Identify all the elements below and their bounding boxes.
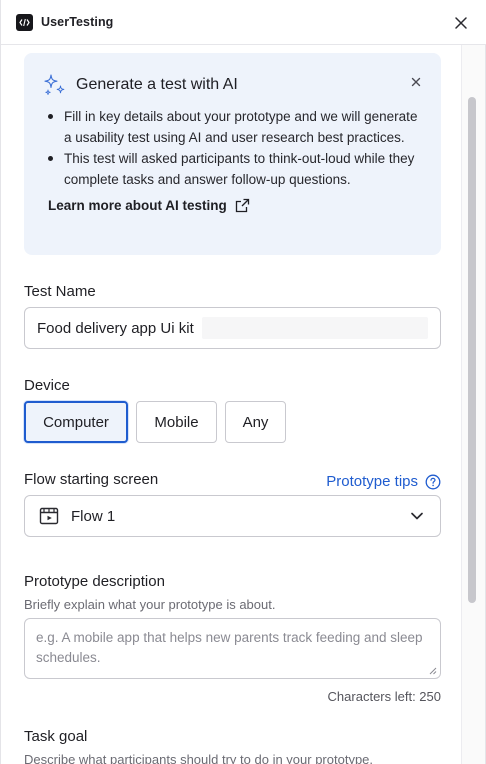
form-scroll-area[interactable]: Generate a test with AI Fill in key deta… — [1, 45, 486, 764]
list-item: Fill in key details about your prototype… — [42, 106, 422, 148]
prototype-description-label: Prototype description — [24, 573, 165, 590]
usertesting-window: UserTesting Generate a test with AI Fill… — [0, 0, 486, 764]
flow-select[interactable]: Flow 1 — [24, 495, 441, 537]
title-bar: UserTesting — [1, 0, 486, 45]
chevron-down-icon — [411, 512, 423, 520]
close-window-icon[interactable] — [453, 15, 469, 31]
task-goal-help: Describe what participants should try to… — [24, 752, 374, 764]
test-name-label: Test Name — [24, 283, 96, 300]
learn-more-link[interactable]: Learn more about AI testing — [48, 198, 250, 213]
device-mobile-button[interactable]: Mobile — [136, 401, 217, 443]
scrollbar-thumb[interactable] — [468, 97, 476, 603]
test-name-input[interactable]: Food delivery app Ui kit — [24, 307, 441, 349]
prototype-description-help: Briefly explain what your prototype is a… — [24, 597, 276, 612]
flow-select-value: Flow 1 — [71, 507, 116, 525]
screen-flow-icon — [39, 507, 59, 525]
prototype-description-textarea[interactable]: e.g. A mobile app that helps new parents… — [24, 618, 441, 679]
text-selection-highlight — [201, 317, 428, 339]
device-any-button[interactable]: Any — [225, 401, 286, 443]
prototype-tips-link[interactable]: Prototype tips — [326, 473, 441, 490]
external-link-icon — [235, 198, 249, 213]
task-goal-label: Task goal — [24, 728, 88, 745]
device-options: Computer Mobile Any — [24, 401, 294, 443]
window-title: UserTesting — [41, 15, 114, 29]
test-name-value: Food delivery app Ui kit — [37, 319, 194, 337]
ai-banner: Generate a test with AI Fill in key deta… — [24, 53, 441, 255]
usertesting-logo-icon — [16, 13, 33, 31]
characters-left-counter: Characters left: 250 — [327, 689, 441, 704]
sparkle-icon — [44, 74, 65, 96]
textarea-placeholder: e.g. A mobile app that helps new parents… — [36, 630, 423, 665]
flow-starting-screen-label: Flow starting screen — [24, 471, 159, 488]
device-label: Device — [24, 377, 70, 394]
list-item: This test will asked participants to thi… — [42, 148, 422, 190]
ai-banner-bullets: Fill in key details about your prototype… — [42, 106, 422, 190]
help-circle-icon — [425, 474, 441, 489]
ai-banner-header: Generate a test with AI — [42, 73, 417, 97]
device-computer-button[interactable]: Computer — [24, 401, 128, 443]
learn-more-label: Learn more about AI testing — [48, 198, 227, 213]
vertical-scrollbar[interactable] — [461, 45, 485, 764]
ai-banner-title: Generate a test with AI — [76, 76, 238, 93]
dismiss-banner-icon[interactable] — [409, 75, 423, 89]
prototype-tips-label: Prototype tips — [326, 473, 418, 490]
form-content: Generate a test with AI Fill in key deta… — [24, 53, 441, 764]
resize-grip-icon[interactable] — [429, 667, 437, 675]
